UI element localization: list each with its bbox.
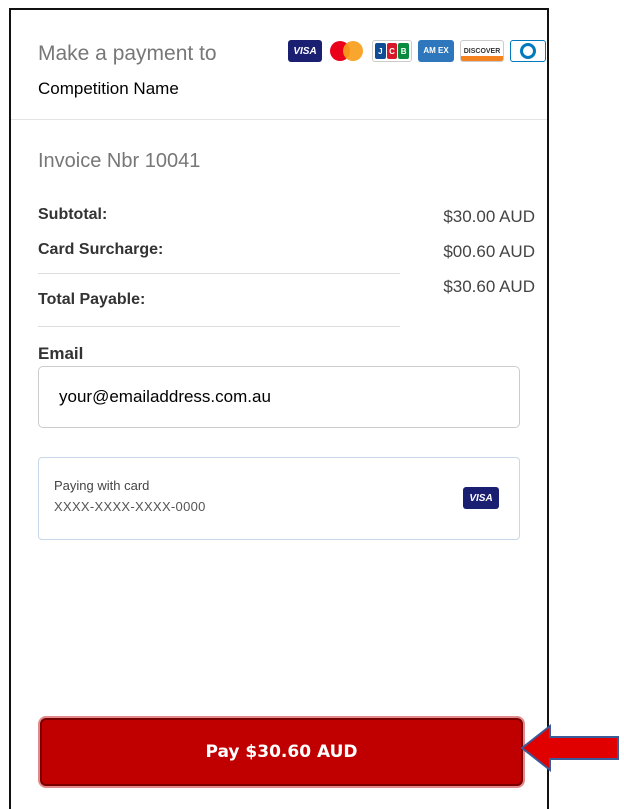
email-label: Email [38, 344, 84, 363]
visa-logo-icon: VISA [288, 40, 322, 62]
invoice-number: Invoice Nbr 10041 [38, 150, 201, 172]
accepted-cards: VISA JCB AM EX DISCOVER [288, 40, 546, 62]
divider [38, 326, 400, 327]
diners-logo-icon [510, 40, 546, 62]
competition-name: Competition Name [38, 79, 179, 98]
total-value: $30.60 AUD [443, 277, 535, 296]
email-value: your@emailaddress.com.au [59, 387, 271, 406]
payment-title: Make a payment to [38, 42, 217, 65]
email-input[interactable]: your@emailaddress.com.au [38, 366, 520, 428]
jcb-logo-icon: JCB [372, 40, 412, 62]
total-label: Total Payable: [38, 291, 146, 308]
left-arrow-icon [520, 723, 619, 773]
visa-card-icon: VISA [463, 487, 499, 509]
payment-panel: Make a payment to Competition Name VISA … [9, 8, 549, 809]
subtotal-label: Subtotal: [38, 206, 108, 223]
mastercard-logo-icon [328, 40, 366, 62]
amex-logo-icon: AM EX [418, 40, 454, 62]
discover-logo-text: DISCOVER [463, 47, 501, 55]
discover-logo-icon: DISCOVER [460, 40, 504, 62]
card-number: XXXX-XXXX-XXXX-0000 [54, 499, 206, 514]
divider [38, 273, 400, 274]
subtotal-value: $30.00 AUD [443, 207, 535, 226]
card-selector[interactable]: Paying with card XXXX-XXXX-XXXX-0000 VIS… [38, 457, 520, 540]
payment-header: Make a payment to Competition Name VISA … [11, 10, 547, 120]
paying-with-card-label: Paying with card [54, 478, 150, 493]
surcharge-value: $00.60 AUD [443, 242, 535, 261]
pay-button[interactable]: Pay $30.60 AUD [40, 718, 523, 786]
surcharge-label: Card Surcharge: [38, 241, 164, 258]
